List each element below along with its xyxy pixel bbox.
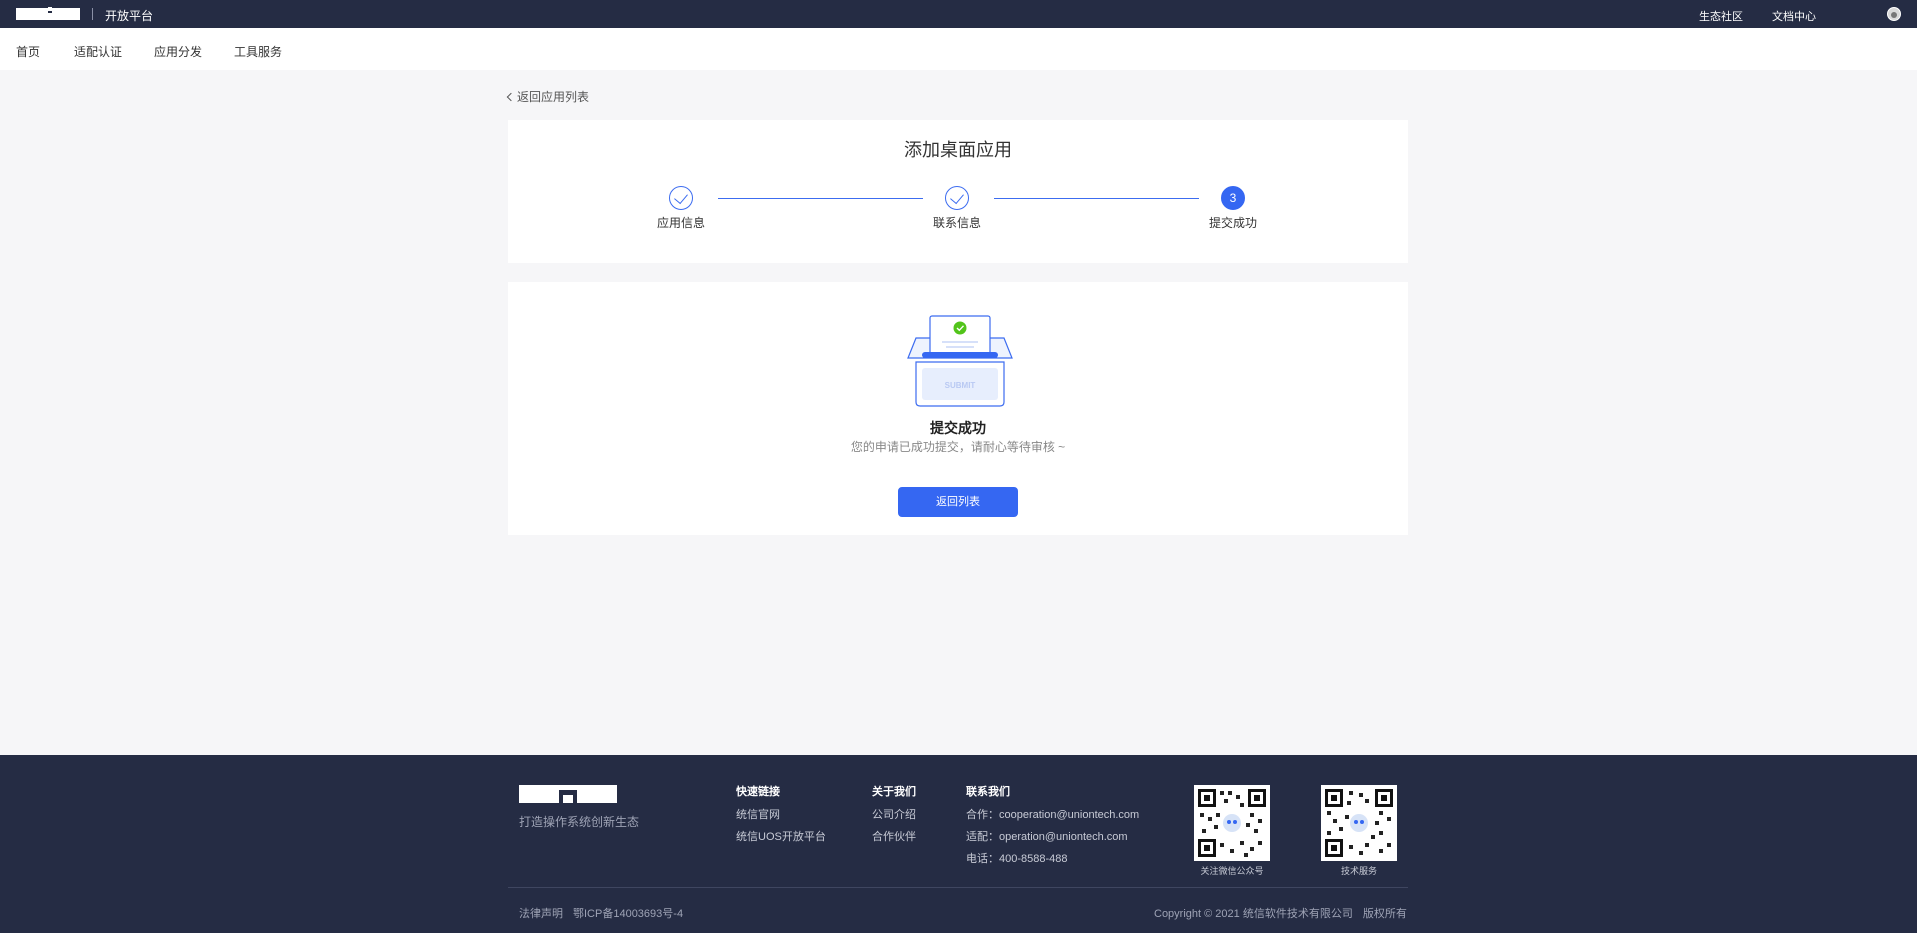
rights-text: 版权所有	[1362, 908, 1407, 920]
qr-code-icon	[1194, 785, 1270, 861]
community-link[interactable]: 生态社区	[1699, 8, 1743, 24]
quick-links-title: 快速链接	[736, 786, 780, 798]
icp-link[interactable]: 鄂ICP备14003693号-4	[573, 908, 683, 920]
footer: 打造操作系统创新生态 快速链接 统信官网 统信UOS开放平台 关于我们 公司介绍…	[0, 755, 1917, 933]
back-to-list-button[interactable]: 返回列表	[898, 487, 1018, 517]
step-label: 联系信息	[932, 216, 981, 230]
contact-cooperation: 合作：cooperation@uniontech.com	[966, 809, 1140, 821]
footer-slogan: 打造操作系统创新生态	[519, 815, 640, 829]
check-icon	[945, 186, 969, 210]
footer-contact: 联系我们 合作：cooperation@uniontech.com 适配：ope…	[966, 783, 1139, 872]
contact-title: 联系我们	[966, 786, 1010, 798]
about-title: 关于我们	[872, 786, 916, 798]
footer-link-official-site[interactable]: 统信官网	[736, 806, 826, 822]
back-link-label: 返回应用列表	[517, 90, 590, 104]
brand-logo[interactable]	[16, 7, 80, 21]
qr-wechat: 关注微信公众号	[1194, 785, 1270, 877]
chevron-left-icon	[506, 92, 516, 102]
footer-link-open-platform[interactable]: 统信UOS开放平台	[736, 828, 826, 844]
step-connector	[994, 198, 1199, 199]
legal-link[interactable]: 法律声明	[519, 908, 563, 920]
copyright-text: Copyright © 2021 统信软件技术有限公司	[1154, 908, 1353, 920]
contact-adaptation: 适配：operation@uniontech.com	[966, 831, 1128, 843]
success-title: 提交成功	[930, 420, 986, 436]
logo-divider	[92, 8, 93, 20]
success-description: 您的申请已成功提交，请耐心等待审核 ~	[850, 440, 1066, 454]
nav-item-home[interactable]: 首页	[16, 43, 40, 60]
qr-support-caption: 技术服务	[1340, 866, 1377, 876]
qr-wechat-caption: 关注微信公众号	[1200, 866, 1264, 876]
step-submit-success: 3 提交成功	[1193, 186, 1273, 231]
check-icon	[669, 186, 693, 210]
qr-code-icon	[1321, 785, 1397, 861]
footer-link-company[interactable]: 公司介绍	[872, 806, 916, 822]
footer-logo	[519, 785, 617, 803]
nav-item-tools[interactable]: 工具服务	[234, 43, 282, 60]
step-contact-info: 联系信息	[917, 186, 997, 231]
back-to-app-list-link[interactable]: 返回应用列表	[506, 88, 590, 105]
user-avatar[interactable]	[1887, 7, 1901, 21]
footer-copyright: Copyright © 2021 统信软件技术有限公司 版权所有	[1144, 905, 1407, 921]
step-number: 3	[1221, 186, 1245, 210]
footer-quick-links: 快速链接 统信官网 统信UOS开放平台	[736, 783, 826, 850]
footer-legal: 法律声明 鄂ICP备14003693号-4	[519, 905, 693, 921]
qr-support: 技术服务	[1321, 785, 1397, 877]
platform-title: 开放平台	[105, 9, 154, 23]
footer-divider	[508, 887, 1408, 888]
docs-link[interactable]: 文档中心	[1772, 8, 1816, 24]
success-card: SUBMIT 提交成功 您的申请已成功提交，请耐心等待审核 ~ 返回列表	[508, 282, 1408, 535]
nav-item-certification[interactable]: 适配认证	[74, 43, 122, 60]
contact-phone: 电话：400-8588-488	[966, 853, 1068, 865]
step-label: 提交成功	[1208, 216, 1257, 230]
submit-illustration-label: SUBMIT	[945, 381, 976, 390]
top-bar: 开放平台 生态社区 文档中心	[0, 0, 1917, 28]
step-app-info: 应用信息	[641, 186, 721, 231]
submit-box-illustration: SUBMIT	[907, 315, 1013, 407]
steps-card: 添加桌面应用 应用信息 联系信息 3 提交成功	[508, 120, 1408, 263]
nav-item-distribution[interactable]: 应用分发	[154, 43, 202, 60]
footer-about: 关于我们 公司介绍 合作伙伴	[872, 783, 916, 850]
main-nav: 首页 适配认证 应用分发 工具服务	[0, 28, 1917, 70]
footer-link-partners[interactable]: 合作伙伴	[872, 828, 916, 844]
page-title: 添加桌面应用	[904, 140, 1012, 160]
step-connector	[718, 198, 923, 199]
step-label: 应用信息	[656, 216, 705, 230]
